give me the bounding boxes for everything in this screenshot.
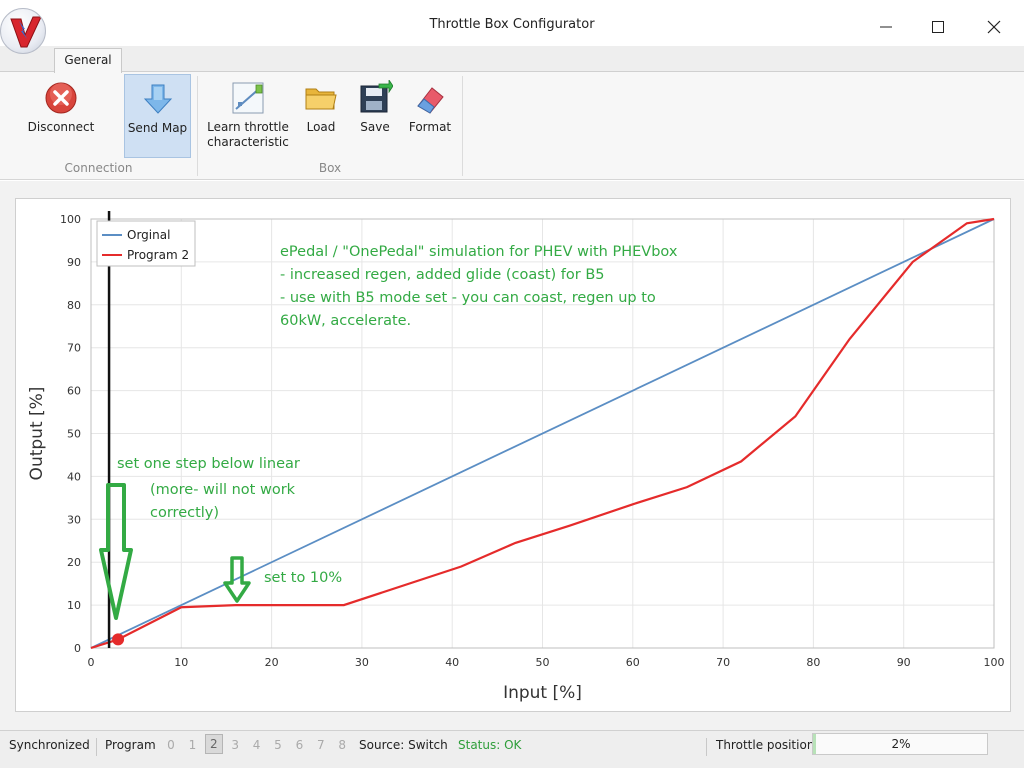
learn-throttle-button[interactable]: Learn throttle characteristic xyxy=(204,74,292,158)
y-tick-label: 50 xyxy=(67,428,81,441)
x-tick-label: 70 xyxy=(716,656,730,669)
minimize-icon xyxy=(880,26,892,28)
legend-label: Program 2 xyxy=(127,248,189,262)
y-tick-label: 70 xyxy=(67,342,81,355)
close-button[interactable] xyxy=(979,12,1009,42)
program-number-6[interactable]: 6 xyxy=(290,738,308,752)
maximize-icon xyxy=(932,21,944,33)
annotation-main-line: - use with B5 mode set - you can coast, … xyxy=(280,290,656,306)
save-button[interactable]: Save xyxy=(354,74,396,158)
program-number-1[interactable]: 1 xyxy=(183,738,201,752)
x-tick-label: 20 xyxy=(265,656,279,669)
close-icon xyxy=(987,20,1001,34)
x-axis-label: Input [%] xyxy=(503,683,582,703)
x-tick-label: 100 xyxy=(984,656,1005,669)
send-map-button[interactable]: Send Map xyxy=(124,74,191,158)
annotation-main-line: - increased regen, added glide (coast) f… xyxy=(280,267,605,283)
program-number-3[interactable]: 3 xyxy=(226,738,244,752)
disconnect-label: Disconnect xyxy=(27,120,95,134)
y-tick-label: 20 xyxy=(67,556,81,569)
y-axis-label: Output [%] xyxy=(27,387,47,481)
y-tick-label: 0 xyxy=(74,642,81,655)
x-tick-label: 10 xyxy=(174,656,188,669)
annotation-step-line: (more- will not work xyxy=(150,482,296,498)
y-tick-label: 90 xyxy=(67,256,81,269)
disconnect-button[interactable]: Disconnect xyxy=(22,74,100,158)
status-separator xyxy=(706,738,707,756)
x-tick-label: 60 xyxy=(626,656,640,669)
program-number-2[interactable]: 2 xyxy=(204,734,223,754)
minimize-button[interactable] xyxy=(871,12,901,42)
y-tick-label: 10 xyxy=(67,599,81,612)
x-tick-label: 30 xyxy=(355,656,369,669)
annotation-arrow-large xyxy=(99,483,133,620)
format-label: Format xyxy=(408,120,452,134)
x-tick-label: 80 xyxy=(806,656,820,669)
throttle-position-bar: 2% xyxy=(812,733,988,755)
annotation-step-line: correctly) xyxy=(150,505,219,521)
throttle-position-label: Throttle position xyxy=(716,738,815,752)
program-number-7[interactable]: 7 xyxy=(312,738,330,752)
ribbon: Disconnect Send Map Connection Learn thr… xyxy=(0,72,1024,180)
app-logo[interactable] xyxy=(0,8,46,54)
eraser-icon xyxy=(417,87,444,114)
learn-throttle-label-line1: Learn throttle xyxy=(207,120,289,134)
group-separator xyxy=(462,76,463,176)
program-number-4[interactable]: 4 xyxy=(248,738,266,752)
load-label: Load xyxy=(306,120,336,134)
title-bar: Throttle Box Configurator xyxy=(0,0,1024,46)
y-tick-label: 40 xyxy=(67,470,81,483)
format-button[interactable]: Format xyxy=(405,74,455,158)
throttle-map-chart: 0 10 20 30 40 50 60 70 80 90 100 0 10 20 30 40 50 60 70 80 9… xyxy=(27,211,1005,703)
status-separator xyxy=(96,738,97,756)
annotation-main-line: 60kW, accelerate. xyxy=(280,313,411,329)
disconnect-icon xyxy=(45,82,77,114)
group-label-box: Box xyxy=(318,161,342,175)
x-tick-label: 50 xyxy=(536,656,550,669)
program-label: Program xyxy=(105,738,156,752)
current-point-marker xyxy=(112,633,125,646)
program-number-0[interactable]: 0 xyxy=(162,738,180,752)
throttle-position-value: 2% xyxy=(891,737,911,751)
program-number-8[interactable]: 8 xyxy=(333,738,351,752)
save-label: Save xyxy=(360,120,390,134)
y-tick-label: 100 xyxy=(60,213,81,226)
program-number-5[interactable]: 5 xyxy=(269,738,287,752)
connection-status: Status: OK xyxy=(458,738,522,752)
legend: Orginal Program 2 xyxy=(96,220,196,267)
x-tick-label: 90 xyxy=(897,656,911,669)
maximize-button[interactable] xyxy=(923,12,953,42)
sync-status: Synchronized xyxy=(9,738,90,752)
x-tick-label: 0 xyxy=(88,656,95,669)
save-icon xyxy=(360,80,393,113)
arrow-down-icon xyxy=(143,84,172,114)
group-label-connection: Connection xyxy=(64,161,133,175)
folder-icon xyxy=(305,88,337,110)
throttle-curve-icon xyxy=(232,82,264,114)
y-tick-label: 30 xyxy=(67,513,81,526)
ribbon-tab-strip xyxy=(0,46,1024,72)
send-map-label: Send Map xyxy=(127,121,188,135)
y-tick-label: 80 xyxy=(67,299,81,312)
chart-panel: 0 10 20 30 40 50 60 70 80 90 100 0 10 20 30 40 50 60 70 80 9… xyxy=(15,198,1011,712)
app-logo-icon xyxy=(10,16,42,48)
annotation-main-line: ePedal / "OnePedal" simulation for PHEV … xyxy=(280,244,678,260)
tab-general[interactable]: General xyxy=(54,48,122,73)
learn-throttle-label-line2: characteristic xyxy=(207,135,289,149)
legend-label: Orginal xyxy=(127,228,170,242)
x-tick-label: 40 xyxy=(445,656,459,669)
source-status: Source: Switch xyxy=(359,738,448,752)
y-tick-label: 60 xyxy=(67,385,81,398)
load-button[interactable]: Load xyxy=(300,74,342,158)
annotation-set10: set to 10% xyxy=(264,570,342,586)
annotation-step-line: set one step below linear xyxy=(117,456,300,472)
